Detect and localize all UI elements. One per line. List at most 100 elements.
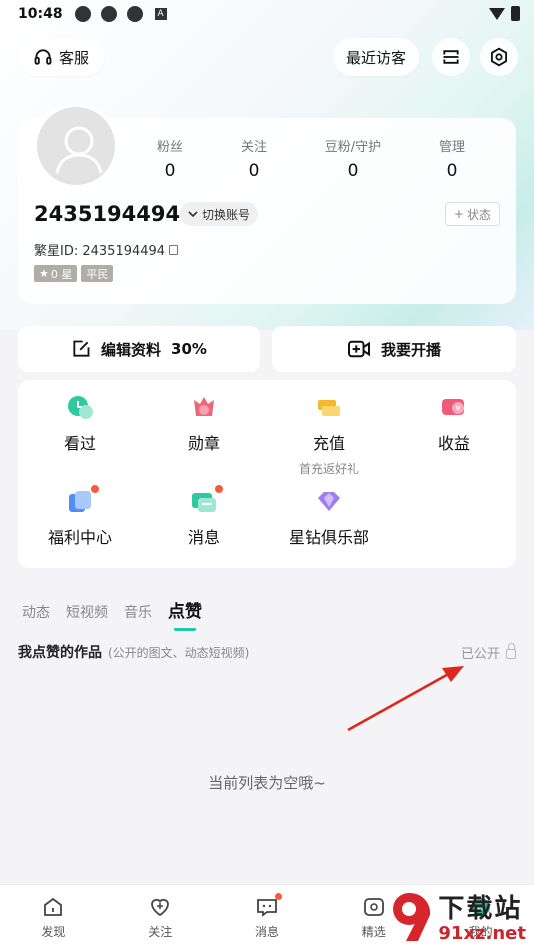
notification-dot [274,893,282,900]
watermark-logo-icon [393,892,431,941]
customer-service-button[interactable]: 客服 [18,38,104,76]
settings-button[interactable] [480,38,518,76]
stat-label: 关注 [240,140,267,155]
tab-dynamics[interactable]: 动态 [22,602,50,622]
grid-label: 充值 [312,434,345,453]
grid-label: 看过 [63,434,96,453]
avatar[interactable] [34,104,118,188]
welfare-icon [66,485,99,516]
recent-visitors-label: 最近访客 [345,48,406,67]
annotation-arrow [347,666,464,732]
edit-icon [73,340,90,357]
rank-badge: 平民 [81,265,114,282]
watermark-cn: 下载站 [438,894,523,924]
stat-fans[interactable]: 粉丝 0 [128,136,212,181]
stat-managers[interactable]: 管理 0 [410,136,494,181]
recharge-icon [315,394,343,422]
start-live-button[interactable]: 我要开播 [272,326,516,372]
grid-item-history[interactable]: 看过 [18,394,142,454]
stat-value: 0 [248,161,260,181]
start-live-label: 我要开播 [380,340,441,359]
site-watermark: 下载站 91xz.net [384,888,526,944]
fanxing-id-text: 繁星ID: 2435194494 [34,244,166,259]
stat-label: 粉丝 [156,140,183,155]
section-title: 我点赞的作品 [18,645,102,661]
switch-account-button[interactable]: 切换账号 [180,202,259,226]
grid-item-diamond-club[interactable]: 星钻俱乐部 [267,488,391,548]
status-bar: 10:48 A [0,0,534,28]
scan-button[interactable] [432,38,470,76]
notification-icon [74,6,91,22]
edit-profile-button[interactable]: 编辑资料 30% [18,326,260,372]
grid-item-welfare[interactable]: 福利中心 [18,485,142,548]
chevron-down-icon [188,211,198,218]
grid-label: 福利中心 [47,528,112,547]
plus-icon: + [453,207,464,221]
chat-icon [255,893,282,919]
recent-visitors-button[interactable]: 最近访客 [333,38,419,76]
grid-sublabel: 首充返好礼 [298,462,359,476]
status-button[interactable]: + 状态 [444,202,500,226]
nav-following[interactable]: 关注 [107,885,214,950]
medal-icon [190,394,218,422]
message-icon [190,485,223,516]
stat-following[interactable]: 关注 0 [212,136,296,181]
wifi-icon [489,7,505,20]
nav-label: 发现 [41,925,66,939]
grid-item-medal[interactable]: 勋章 [142,394,266,454]
default-avatar-icon [55,126,103,174]
grid-label: 星钻俱乐部 [288,528,369,547]
scan-icon [443,50,459,64]
stat-value: 0 [164,161,176,181]
nav-label: 消息 [254,925,279,939]
feature-grid: 看过 勋章 充值 首充返好礼 ¥ 收益 福利中心 消息 星钻俱乐部 [18,380,516,568]
grid-label: 收益 [437,434,470,453]
public-status-label: 已公开 [460,646,500,662]
tab-likes-label: 点赞 [168,602,202,622]
headset-icon [34,49,52,65]
tab-short-video[interactable]: 短视频 [66,602,108,622]
grid-label: 消息 [187,528,220,547]
grid-item-message[interactable]: 消息 [142,485,266,548]
nav-messages[interactable]: 消息 [214,885,321,950]
star-icon: ★ [39,267,49,280]
unlock-icon [506,643,516,659]
svg-text:¥: ¥ [455,404,460,413]
nav-label: 关注 [148,925,173,939]
notification-dot [215,485,223,493]
tab-likes[interactable]: 点赞 [168,597,202,631]
stat-guardians[interactable]: 豆粉/守护 0 [296,136,410,181]
notification-icon [100,6,117,22]
notification-dot [91,485,99,493]
status-label: 状态 [466,207,491,222]
tab-music[interactable]: 音乐 [124,602,152,622]
copy-icon[interactable] [169,244,179,255]
grid-item-income[interactable]: ¥ 收益 [392,394,516,454]
fanxing-id: 繁星ID: 2435194494 [34,240,179,259]
edit-progress: 30% [171,340,207,358]
status-time: 10:48 [18,6,63,22]
stat-label: 豆粉/守护 [324,140,382,155]
active-tab-indicator [174,627,196,631]
stats-row: 粉丝 0 关注 0 豆粉/守护 0 管理 0 [128,136,508,181]
nav-discover[interactable]: 发现 [0,885,107,950]
grid-item-recharge[interactable]: 充值 首充返好礼 [267,394,391,477]
notification-icon [126,6,143,22]
edit-profile-label: 编辑资料 [101,340,162,359]
empty-list-text: 当前列表为空哦~ [208,774,326,792]
stat-value: 0 [347,161,359,181]
switch-account-label: 切换账号 [202,207,251,222]
watermark-en: 91xz.net [438,923,526,944]
grid-label: 勋章 [187,434,220,453]
star-level-label: 0 星 [50,267,73,281]
section-subtitle: (公开的图文、动态短视频) [108,645,250,660]
profile-card: 粉丝 0 关注 0 豆粉/守护 0 管理 0 2435194494 切换账号 +… [18,104,516,304]
history-icon [66,394,94,422]
customer-service-label: 客服 [58,48,89,67]
watermark-text: 下载站 91xz.net [438,888,526,944]
nav-label: 精选 [361,925,386,939]
heart-icon [151,898,170,917]
content-tabs: 动态 短视频 音乐 点赞 [22,597,202,631]
username: 2435194494 [34,202,181,226]
public-status-toggle[interactable]: 已公开 [461,643,516,662]
